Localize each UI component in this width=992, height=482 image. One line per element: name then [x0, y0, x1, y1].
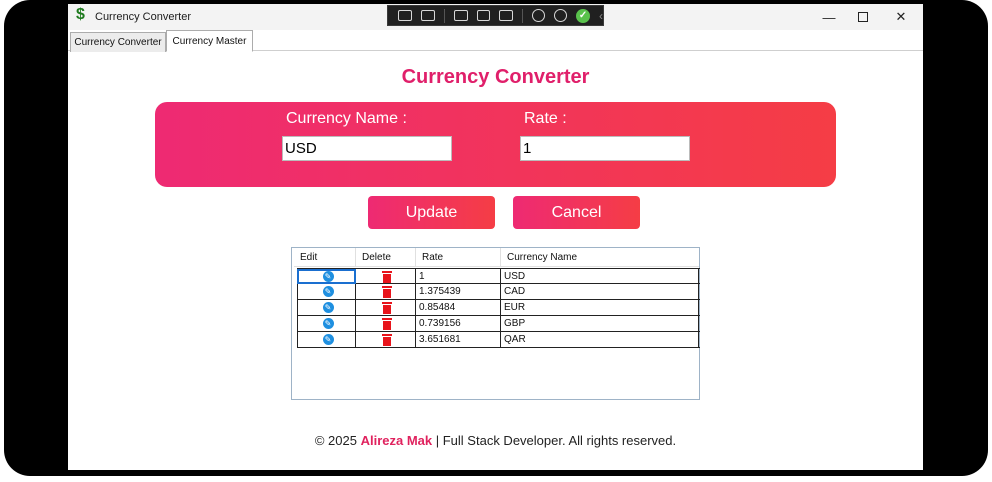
trash-icon[interactable] [382, 285, 392, 298]
table-row[interactable]: ✎ 0.739156 GBP [297, 316, 700, 332]
trash-icon[interactable] [382, 270, 392, 283]
rate-label: Rate : [524, 110, 567, 127]
edit-cell[interactable]: ✎ [297, 300, 356, 315]
close-button[interactable]: ✕ [886, 6, 916, 28]
app-window: $ Currency Converter ✓ ‹ — ✕ Currency Co… [68, 4, 923, 470]
delete-cell[interactable] [356, 284, 416, 299]
currency-grid[interactable]: Edit Delete Rate Currency Name ✎ 1 USD ✎… [291, 247, 700, 400]
window-title: Currency Converter [95, 11, 191, 23]
table-row[interactable]: ✎ 1.375439 CAD [297, 284, 700, 300]
close-icon: ✕ [895, 9, 907, 24]
edit-pencil-icon[interactable]: ✎ [322, 302, 334, 313]
toolbar-separator [443, 8, 445, 23]
track-focus-icon[interactable] [499, 10, 514, 21]
display-layout-adorners-icon[interactable] [476, 10, 491, 21]
footer-suffix: | Full Stack Developer. All rights reser… [432, 433, 677, 448]
collapse-chevron-icon[interactable]: ‹ [599, 9, 603, 23]
maximize-icon [858, 12, 868, 22]
rate-input[interactable] [520, 136, 690, 161]
input-panel: Currency Name : Rate : [155, 102, 836, 187]
currency-name-cell[interactable]: CAD [501, 284, 699, 299]
tab-currency-master[interactable]: Currency Master [166, 30, 253, 52]
title-bar: $ Currency Converter ✓ ‹ — ✕ [68, 4, 923, 30]
column-header-delete[interactable]: Delete [356, 248, 416, 267]
record-icon[interactable] [420, 10, 435, 21]
currency-name-cell[interactable]: USD [501, 269, 699, 284]
rate-cell[interactable]: 0.739156 [416, 316, 501, 331]
currency-name-cell[interactable]: QAR [501, 332, 699, 347]
select-element-icon[interactable] [453, 10, 468, 21]
edit-pencil-icon[interactable]: ✎ [322, 286, 334, 297]
trash-icon[interactable] [382, 317, 392, 330]
delete-cell[interactable] [356, 269, 416, 284]
debug-toolbar: ✓ ‹ [387, 5, 604, 26]
footer: © 2025 Alireza Mak | Full Stack Develope… [68, 433, 923, 448]
edit-pencil-icon[interactable]: ✎ [322, 318, 334, 329]
rate-cell[interactable]: 0.85484 [416, 300, 501, 315]
minimize-icon: — [822, 9, 836, 25]
check-icon[interactable]: ✓ [576, 8, 590, 23]
hot-reload-icon[interactable] [532, 9, 546, 22]
delete-cell[interactable] [356, 300, 416, 315]
edit-cell[interactable]: ✎ [297, 316, 356, 331]
currency-name-cell[interactable]: EUR [501, 300, 699, 315]
page-title: Currency Converter [401, 66, 590, 88]
delete-cell[interactable] [356, 332, 416, 347]
column-header-currency-name[interactable]: Currency Name [501, 248, 699, 267]
edit-cell[interactable]: ✎ [297, 284, 356, 299]
grid-rows: ✎ 1 USD ✎ 1.375439 CAD ✎ 0.85484 EUR ✎ 0… [297, 268, 700, 348]
table-row[interactable]: ✎ 0.85484 EUR [297, 300, 700, 316]
column-header-edit[interactable]: Edit [294, 248, 356, 267]
delete-cell[interactable] [356, 316, 416, 331]
trash-icon[interactable] [382, 333, 392, 346]
trash-icon[interactable] [382, 301, 392, 314]
currency-name-cell[interactable]: GBP [501, 316, 699, 331]
live-visual-tree-icon[interactable] [398, 10, 412, 21]
rate-cell[interactable]: 3.651681 [416, 332, 501, 347]
update-button[interactable]: Update [368, 196, 495, 229]
accessibility-icon[interactable] [554, 9, 568, 22]
toolbar-separator [522, 8, 524, 23]
column-header-rate[interactable]: Rate [416, 248, 501, 267]
table-row[interactable]: ✎ 1 USD [297, 268, 700, 284]
currency-name-input[interactable] [282, 136, 452, 161]
minimize-button[interactable]: — [814, 6, 844, 28]
rate-cell[interactable]: 1 [416, 269, 501, 284]
maximize-button[interactable] [848, 6, 878, 28]
footer-prefix: © 2025 [314, 433, 361, 448]
currency-name-label: Currency Name : [286, 110, 407, 127]
tab-currency-converter[interactable]: Currency Converter [70, 32, 166, 52]
edit-pencil-icon[interactable]: ✎ [322, 271, 334, 282]
edit-cell[interactable]: ✎ [297, 269, 356, 284]
edit-cell[interactable]: ✎ [297, 332, 356, 347]
footer-author: Alireza Mak [360, 433, 433, 448]
table-row[interactable]: ✎ 3.651681 QAR [297, 332, 700, 348]
dollar-icon: $ [76, 6, 85, 23]
edit-pencil-icon[interactable]: ✎ [322, 334, 334, 345]
cancel-button[interactable]: Cancel [513, 196, 640, 229]
rate-cell[interactable]: 1.375439 [416, 284, 501, 299]
